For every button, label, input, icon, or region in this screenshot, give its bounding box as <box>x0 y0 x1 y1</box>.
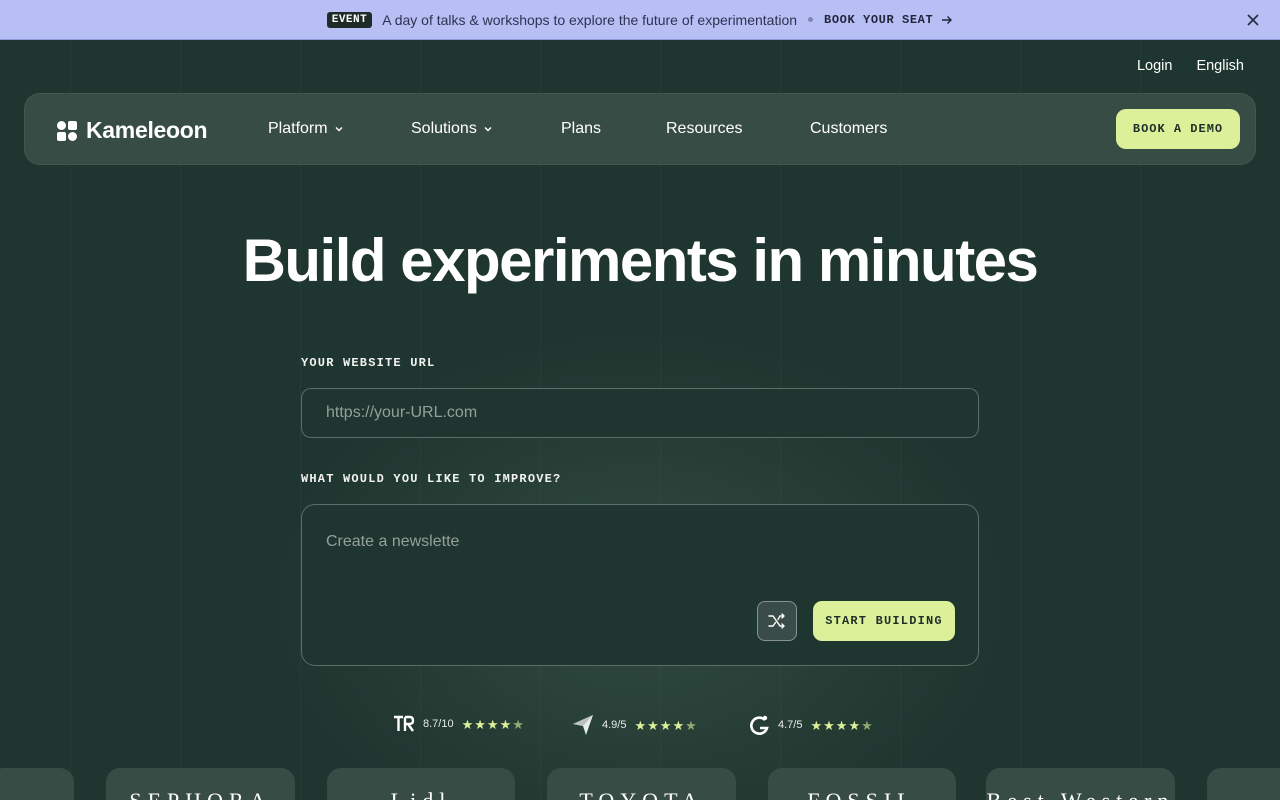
url-field-label: YOUR WEBSITE URL <box>301 356 436 370</box>
separator-dot <box>808 17 814 22</box>
half-star-icon: ★ <box>512 716 524 732</box>
main-navbar: Kameleoon Platform Solutions Plans Resou… <box>24 93 1256 165</box>
customer-logo-sephora: SEPHORA <box>106 768 295 800</box>
star-icon: ★ <box>634 717 647 733</box>
shuffle-icon <box>768 613 785 629</box>
event-banner: EVENT A day of talks & workshops to expl… <box>0 0 1280 40</box>
kameleoon-logo-icon <box>57 120 77 141</box>
customer-logo-text: Best Western <box>987 788 1175 800</box>
shuffle-button[interactable] <box>757 601 797 641</box>
customer-logo-card <box>0 768 74 800</box>
nav-item-resources[interactable]: Resources <box>666 120 742 138</box>
nav-item-solutions[interactable]: Solutions <box>411 120 493 138</box>
improve-field-label: WHAT WOULD YOU LIKE TO IMPROVE? <box>301 472 562 486</box>
star-icon: ★ <box>659 717 672 733</box>
nav-item-label: Solutions <box>411 120 477 137</box>
star-icon: ★ <box>823 717 835 733</box>
rating-score: 4.7/5 <box>778 719 803 731</box>
star-icon: ★ <box>647 717 659 733</box>
rating-score: 8.7/10 <box>423 718 454 730</box>
nav-item-customers[interactable]: Customers <box>810 120 887 138</box>
nav-item-label: Plans <box>561 120 602 137</box>
customer-logo-text: SEPHORA <box>129 788 271 800</box>
customer-logo-text: Lidl <box>391 788 452 800</box>
star-icon: ★ <box>810 717 823 733</box>
g2-icon <box>750 715 769 735</box>
start-building-button[interactable]: START BUILDING <box>813 601 955 641</box>
rating-trustradius: 8.7/10 ★ ★ ★ ★ ★ <box>393 714 524 734</box>
star-icon: ★ <box>474 716 486 732</box>
customer-logo-lidl: Lidl <box>327 768 515 800</box>
improve-text: Create a newslette <box>326 533 460 550</box>
nav-item-plans[interactable]: Plans <box>561 120 601 138</box>
language-selector[interactable]: English <box>1196 58 1244 74</box>
logo-text: Kameleoon <box>86 117 208 143</box>
nav-item-label: Platform <box>268 120 328 137</box>
star-icon: ★ <box>672 717 685 733</box>
chevron-down-icon <box>484 127 492 132</box>
book-demo-button[interactable]: BOOK A DEMO <box>1116 109 1240 149</box>
hero-title: Build experiments in minutes <box>242 227 1039 294</box>
customer-logo-text: FOSSIL <box>807 788 916 800</box>
star-rating: ★ ★ ★ ★ ★ <box>462 718 524 731</box>
chevron-down-icon <box>335 127 343 132</box>
rating-score: 4.9/5 <box>602 719 627 731</box>
top-links: Login English <box>1137 58 1244 74</box>
login-link[interactable]: Login <box>1137 58 1172 74</box>
star-icon: ★ <box>486 716 499 732</box>
event-badge: EVENT <box>326 11 373 28</box>
half-star-icon: ★ <box>861 717 873 733</box>
rating-g2: 4.7/5 ★ ★ ★ ★ ★ <box>748 714 873 736</box>
half-star-icon: ★ <box>685 717 697 733</box>
customer-logo-toyota: TOYOTA <box>547 768 736 800</box>
rating-capterra: 4.9/5 ★ ★ ★ ★ ★ <box>572 714 697 736</box>
nav-item-label: Resources <box>666 120 743 137</box>
kameleoon-logo[interactable]: Kameleoon <box>56 117 208 144</box>
arrow-right-icon <box>942 15 953 24</box>
ratings-row: 8.7/10 ★ ★ ★ ★ ★ 4.9/5 ★ ★ ★ ★ ★ 4.7/5 ★ ★ ★ ★ ★ <box>0 714 1280 736</box>
event-banner-text: A day of talks & workshops to explore th… <box>382 11 798 28</box>
customer-logo-best-western: Best Western <box>986 768 1175 800</box>
star-icon: ★ <box>848 717 861 733</box>
nav-item-label: Customers <box>810 120 888 137</box>
book-your-seat-link[interactable]: BOOK YOUR SEAT <box>824 13 953 27</box>
star-rating: ★ ★ ★ ★ ★ <box>634 719 696 732</box>
capterra-icon <box>573 715 593 735</box>
trustradius-icon <box>394 715 415 732</box>
close-icon[interactable] <box>1244 11 1262 29</box>
website-url-input[interactable] <box>301 388 979 438</box>
customer-logo-fossil: FOSSIL <box>768 768 956 800</box>
improve-textarea[interactable]: Create a newslette START BUILDING <box>301 504 979 666</box>
star-icon: ★ <box>499 716 512 732</box>
book-your-seat-label: BOOK YOUR SEAT <box>824 12 934 27</box>
star-rating: ★ ★ ★ ★ ★ <box>810 719 872 732</box>
star-icon: ★ <box>461 716 474 732</box>
nav-item-platform[interactable]: Platform <box>268 120 344 138</box>
customer-logo-card <box>1207 768 1280 800</box>
customer-logo-text: TOYOTA <box>579 788 703 800</box>
star-icon: ★ <box>835 717 848 733</box>
